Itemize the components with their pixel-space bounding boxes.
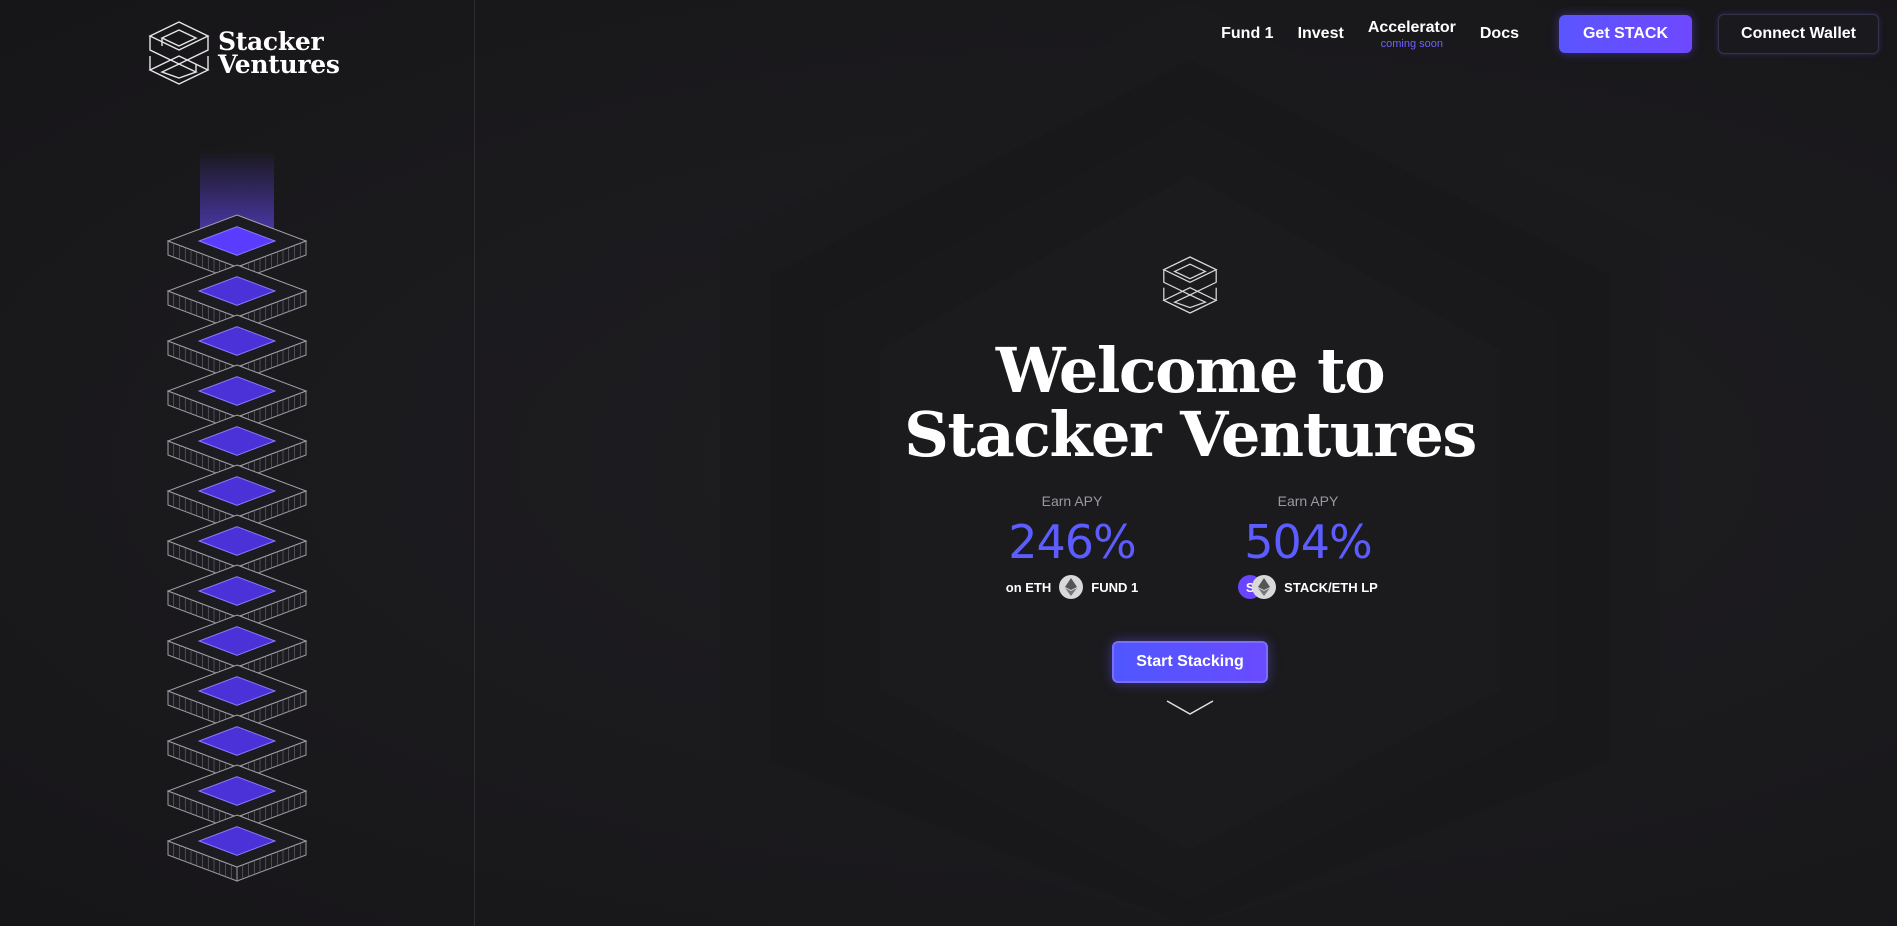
page-title: Welcome to Stacker Ventures xyxy=(880,339,1500,467)
stat-asset-name: FUND 1 xyxy=(1091,579,1139,595)
title-line1: Welcome to xyxy=(995,334,1386,407)
apy-stats: Earn APY 246% on ETH FUND 1 Earn APY 504… xyxy=(880,493,1500,599)
stat-prefix: on ETH xyxy=(1005,579,1052,595)
stacker-s-cube-icon xyxy=(1162,256,1218,314)
left-sidebar: Stacker Ventures xyxy=(0,0,475,926)
start-stacking-button[interactable]: Start Stacking xyxy=(1112,641,1268,683)
brand-wordmark: Stacker Ventures xyxy=(218,29,340,79)
nav-accelerator-label: Accelerator xyxy=(1367,18,1456,36)
nav-invest[interactable]: Invest xyxy=(1298,25,1344,43)
brand-line2: Ventures xyxy=(218,50,340,79)
layer-stack xyxy=(166,214,308,882)
stat-asset-name: STACK/ETH LP xyxy=(1284,579,1378,595)
landing-page: Stacker Ventures Fund 1 Invest Accelerat… xyxy=(0,0,1897,926)
brand-logo[interactable]: Stacker Ventures xyxy=(148,20,340,86)
nav-fund1[interactable]: Fund 1 xyxy=(1221,25,1273,43)
stat-lp: Earn APY 504% S STACK/ETH LP xyxy=(1233,493,1383,599)
eth-icon xyxy=(1059,575,1084,599)
stat-asset: S STACK/ETH LP xyxy=(1233,575,1383,599)
stack-eth-pair-icon: S xyxy=(1238,575,1277,599)
top-navigation: Fund 1 Invest Accelerator coming soon Do… xyxy=(1221,14,1879,54)
stat-label: Earn APY xyxy=(1041,493,1103,509)
stat-label: Earn APY xyxy=(1277,493,1339,509)
coming-soon-badge: coming soon xyxy=(1380,37,1444,50)
title-line2: Stacker Ventures xyxy=(904,398,1477,471)
nav-docs[interactable]: Docs xyxy=(1480,25,1519,43)
stat-asset: on ETH FUND 1 xyxy=(997,575,1147,599)
hero-section: Welcome to Stacker Ventures Earn APY 246… xyxy=(880,255,1500,717)
stack-layer xyxy=(166,814,308,882)
connect-wallet-button[interactable]: Connect Wallet xyxy=(1718,14,1879,54)
chevron-down-icon[interactable] xyxy=(1165,699,1215,717)
stacked-layers-illustration xyxy=(166,150,308,882)
stat-fund1: Earn APY 246% on ETH FUND 1 xyxy=(997,493,1147,599)
stat-value: 504% xyxy=(1244,515,1373,569)
get-stack-button[interactable]: Get STACK xyxy=(1558,15,1693,53)
nav-accelerator[interactable]: Accelerator coming soon xyxy=(1368,19,1456,50)
stacker-s-cube-icon xyxy=(148,21,210,85)
stat-value: 246% xyxy=(1008,515,1137,569)
